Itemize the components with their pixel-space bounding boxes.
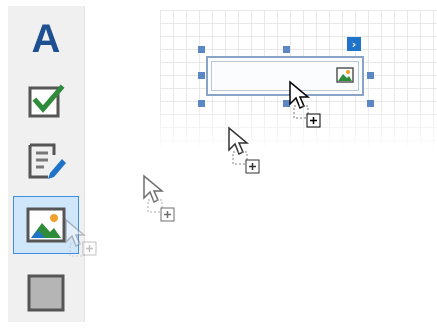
- toolbox-item-panel[interactable]: [13, 264, 79, 322]
- toolbox-item-checkbox[interactable]: [13, 72, 79, 130]
- toolbox-item-rich-text[interactable]: [13, 132, 79, 190]
- picture-icon: [336, 67, 354, 83]
- checkbox-icon: [28, 84, 65, 118]
- picture-box-control[interactable]: [206, 56, 364, 96]
- resize-handle-n[interactable]: [283, 46, 290, 53]
- toolbox: A: [8, 6, 85, 322]
- toolbox-item-label[interactable]: A: [13, 10, 79, 68]
- smart-tag-button[interactable]: ›: [347, 37, 361, 51]
- resize-handle-nw[interactable]: [198, 46, 205, 53]
- picture-box-icon: [26, 207, 66, 243]
- resize-handle-w[interactable]: [198, 72, 205, 79]
- resize-handle-e[interactable]: [367, 72, 374, 79]
- label-icon: A: [31, 17, 61, 61]
- drag-copy-cursor: [65, 218, 97, 257]
- chevron-right-icon: ›: [351, 37, 357, 51]
- drag-copy-cursor: [228, 126, 260, 174]
- rich-text-icon: [28, 143, 66, 179]
- drag-copy-cursor: [143, 174, 175, 222]
- drag-copy-cursor: [289, 80, 321, 128]
- resize-handle-se[interactable]: [367, 100, 374, 107]
- resize-handle-sw[interactable]: [198, 100, 205, 107]
- panel-icon: [27, 274, 65, 312]
